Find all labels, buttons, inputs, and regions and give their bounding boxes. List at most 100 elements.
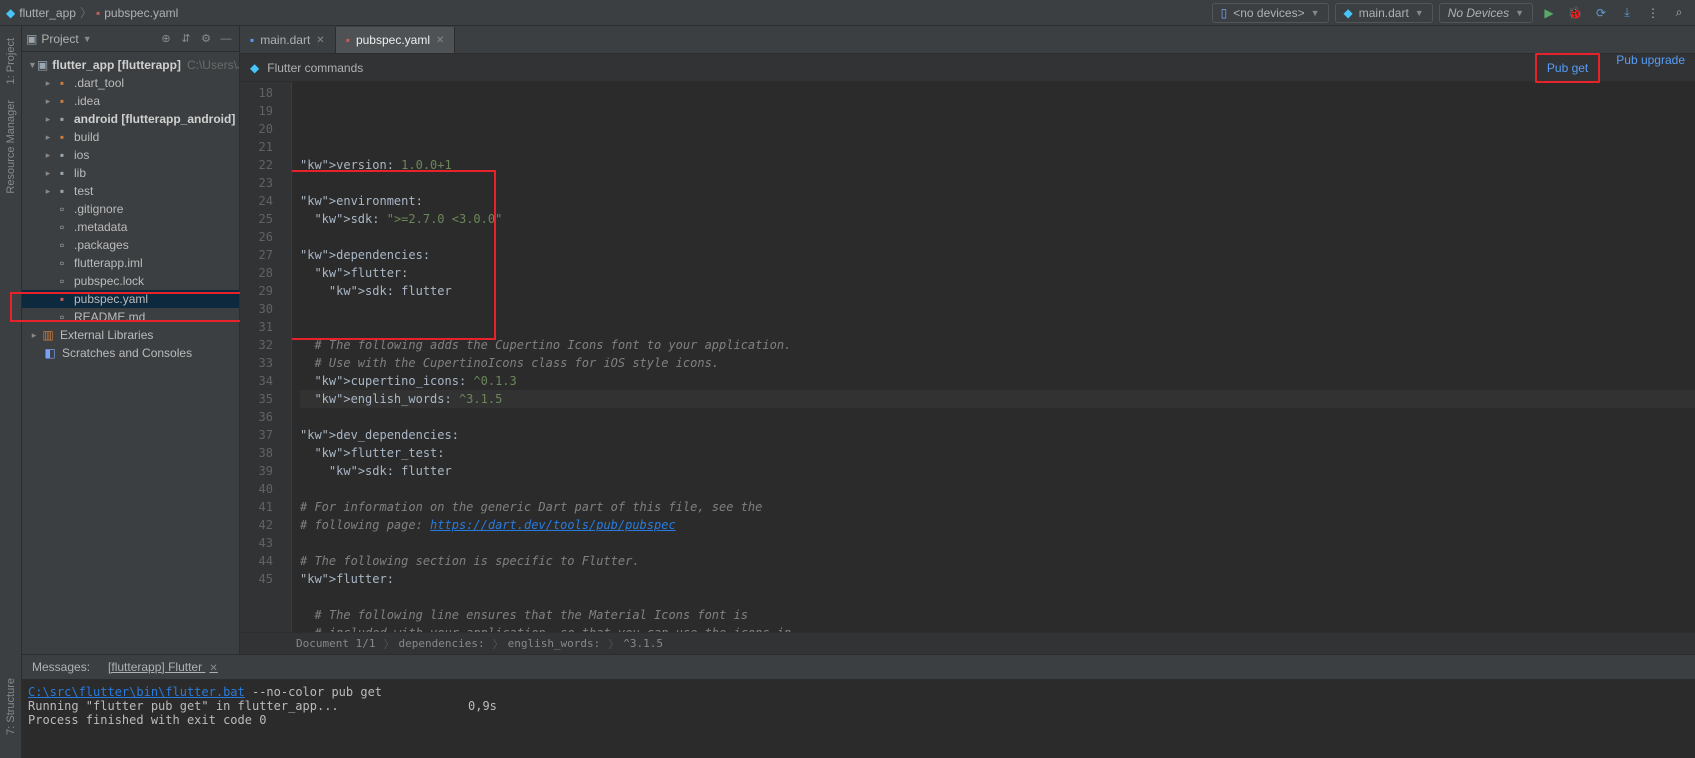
more-button[interactable]: ⋮: [1643, 3, 1663, 23]
resource-manager-tab[interactable]: Resource Manager: [5, 100, 17, 194]
tree-item-pubspeclock[interactable]: ▫pubspec.lock: [22, 272, 239, 290]
doc-position: Document 1/1: [296, 637, 375, 650]
settings-icon[interactable]: ⚙: [197, 30, 215, 48]
debug-button[interactable]: 🐞: [1565, 3, 1585, 23]
editor-area: ▪main.dart✕▪pubspec.yaml✕ ◆ Flutter comm…: [240, 26, 1695, 654]
running-label: Running "flutter pub get" in flutter_app…: [28, 699, 468, 713]
project-tree[interactable]: ▼▣flutter_app [flutterapp]C:\Users\Julia…: [22, 52, 239, 654]
code-line[interactable]: [300, 300, 1695, 318]
tree-item-packages[interactable]: ▫.packages: [22, 236, 239, 254]
code-line[interactable]: "kw">english_words: ^3.1.5: [300, 390, 1695, 408]
messages-tab[interactable]: Messages:: [28, 658, 94, 676]
tree-item-idea[interactable]: ▸▪.idea: [22, 92, 239, 110]
project-header: ▣ Project ▼ ⊕ ⇵ ⚙ —: [22, 26, 239, 52]
code-line[interactable]: [300, 534, 1695, 552]
left-tool-rail: 1: Project Resource Manager: [0, 26, 22, 654]
crumb-key[interactable]: english_words:: [508, 637, 601, 650]
tree-item-readmemd[interactable]: ▫README.md: [22, 308, 239, 326]
tree-item-test[interactable]: ▸▪test: [22, 182, 239, 200]
external-libraries[interactable]: ▸▥External Libraries: [22, 326, 239, 344]
breadcrumb-file[interactable]: ▪ pubspec.yaml: [96, 6, 178, 20]
profile-button[interactable]: ⟳: [1591, 3, 1611, 23]
project-view-selector[interactable]: ▣ Project ▼: [26, 32, 92, 46]
code-line[interactable]: # The following adds the Cupertino Icons…: [300, 336, 1695, 354]
code-line[interactable]: "kw">version: 1.0.0+1: [300, 156, 1695, 174]
code-line[interactable]: [300, 588, 1695, 606]
close-icon[interactable]: ✕: [209, 663, 217, 674]
pub-get-link[interactable]: Pub get: [1535, 53, 1600, 83]
editor-body: 1819202122232425262728293031323334353637…: [240, 82, 1695, 632]
editor-tab-maindart[interactable]: ▪main.dart✕: [240, 27, 336, 53]
close-icon[interactable]: ✕: [316, 35, 324, 46]
elapsed-label: 0,9s: [468, 699, 497, 713]
nodevices-label: No Devices: [1448, 6, 1509, 20]
code-line[interactable]: "kw">flutter:: [300, 570, 1695, 588]
code-line[interactable]: # following page: https://dart.dev/tools…: [300, 516, 1695, 534]
device-selector[interactable]: ▯ <no devices> ▼: [1212, 3, 1329, 23]
code-line[interactable]: # The following section is specific to F…: [300, 552, 1695, 570]
close-icon[interactable]: ✕: [436, 35, 444, 46]
editor-breadcrumb: Document 1/1 〉 dependencies: 〉 english_w…: [240, 632, 1695, 654]
scratches-consoles[interactable]: ◧Scratches and Consoles: [22, 344, 239, 362]
tree-item-gitignore[interactable]: ▫.gitignore: [22, 200, 239, 218]
structure-tab[interactable]: 7: Structure: [5, 678, 17, 735]
flutter-messages-tab[interactable]: [flutterapp] Flutter ✕: [104, 658, 222, 676]
breadcrumb-app[interactable]: ◆ flutter_app: [6, 6, 76, 20]
chevron-down-icon: ▼: [1515, 8, 1524, 18]
flutter-path-link[interactable]: C:\src\flutter\bin\flutter.bat: [28, 685, 245, 699]
device-icon: ▯: [1221, 6, 1228, 20]
messages-body[interactable]: C:\src\flutter\bin\flutter.bat --no-colo…: [0, 679, 1695, 758]
folder-icon: ▣: [26, 32, 37, 46]
tree-item-ios[interactable]: ▸▪ios: [22, 146, 239, 164]
search-icon[interactable]: ⌕: [1669, 3, 1689, 23]
code-line[interactable]: "kw">cupertino_icons: ^0.1.3: [300, 372, 1695, 390]
editor-tab-pubspecyaml[interactable]: ▪pubspec.yaml✕: [336, 27, 456, 53]
tree-item-lib[interactable]: ▸▪lib: [22, 164, 239, 182]
tree-item-android[interactable]: ▸▪android [flutterapp_android]: [22, 110, 239, 128]
top-nav: ◆ flutter_app 〉 ▪ pubspec.yaml ▯ <no dev…: [0, 0, 1695, 26]
code-line[interactable]: "kw">sdk: flutter: [300, 282, 1695, 300]
tree-item-flutterappiml[interactable]: ▫flutterapp.iml: [22, 254, 239, 272]
crumb-dep[interactable]: dependencies:: [398, 637, 484, 650]
code-line[interactable]: # Use with the CupertinoIcons class for …: [300, 354, 1695, 372]
yaml-icon: ▪: [96, 6, 100, 20]
code-line[interactable]: [300, 174, 1695, 192]
project-tool-tab[interactable]: 1: Project: [5, 38, 17, 84]
pub-upgrade-link[interactable]: Pub upgrade: [1616, 53, 1685, 83]
code-line[interactable]: "kw">environment:: [300, 192, 1695, 210]
collapse-icon[interactable]: ⇵: [177, 30, 195, 48]
code-line[interactable]: [300, 228, 1695, 246]
crumb-val[interactable]: ^3.1.5: [623, 637, 663, 650]
code-line[interactable]: "kw">dev_dependencies:: [300, 426, 1695, 444]
project-sidebar: ▣ Project ▼ ⊕ ⇵ ⚙ — ▼▣flutter_app [flutt…: [22, 26, 240, 654]
bottom-panel: 7: Structure Messages: [flutterapp] Flut…: [0, 654, 1695, 758]
code-line[interactable]: "kw">flutter_test:: [300, 444, 1695, 462]
tree-item-darttool[interactable]: ▸▪.dart_tool: [22, 74, 239, 92]
code-line[interactable]: "kw">sdk: ">=2.7.0 <3.0.0": [300, 210, 1695, 228]
code-area[interactable]: "kw">version: 1.0.0+1 "kw">environment: …: [292, 82, 1695, 632]
attach-button[interactable]: ⤓: [1617, 3, 1637, 23]
tree-root[interactable]: ▼▣flutter_app [flutterapp]C:\Users\Julia: [22, 56, 239, 74]
flutter-icon: ◆: [6, 6, 15, 20]
code-line[interactable]: # The following line ensures that the Ma…: [300, 606, 1695, 624]
code-line[interactable]: # For information on the generic Dart pa…: [300, 498, 1695, 516]
hide-icon[interactable]: —: [217, 30, 235, 48]
locate-icon[interactable]: ⊕: [157, 30, 175, 48]
run-button[interactable]: ▶: [1539, 3, 1559, 23]
code-line[interactable]: [300, 408, 1695, 426]
code-line[interactable]: [300, 318, 1695, 336]
tree-item-pubspecyaml[interactable]: ▪pubspec.yaml: [22, 290, 239, 308]
code-line[interactable]: # included with your application, so tha…: [300, 624, 1695, 632]
breadcrumb-file-label: pubspec.yaml: [104, 6, 178, 20]
code-line[interactable]: "kw">flutter:: [300, 264, 1695, 282]
tree-item-metadata[interactable]: ▫.metadata: [22, 218, 239, 236]
chevron-right-icon: 〉: [80, 4, 92, 21]
tree-item-build[interactable]: ▸▪build: [22, 128, 239, 146]
no-devices-selector[interactable]: No Devices ▼: [1439, 3, 1533, 23]
code-line[interactable]: "kw">dependencies:: [300, 246, 1695, 264]
code-line[interactable]: "kw">sdk: flutter: [300, 462, 1695, 480]
chevron-down-icon: ▼: [1415, 8, 1424, 18]
messages-tabs: Messages: [flutterapp] Flutter ✕: [0, 655, 1695, 679]
run-config-selector[interactable]: ◆ main.dart ▼: [1335, 3, 1433, 23]
code-line[interactable]: [300, 480, 1695, 498]
